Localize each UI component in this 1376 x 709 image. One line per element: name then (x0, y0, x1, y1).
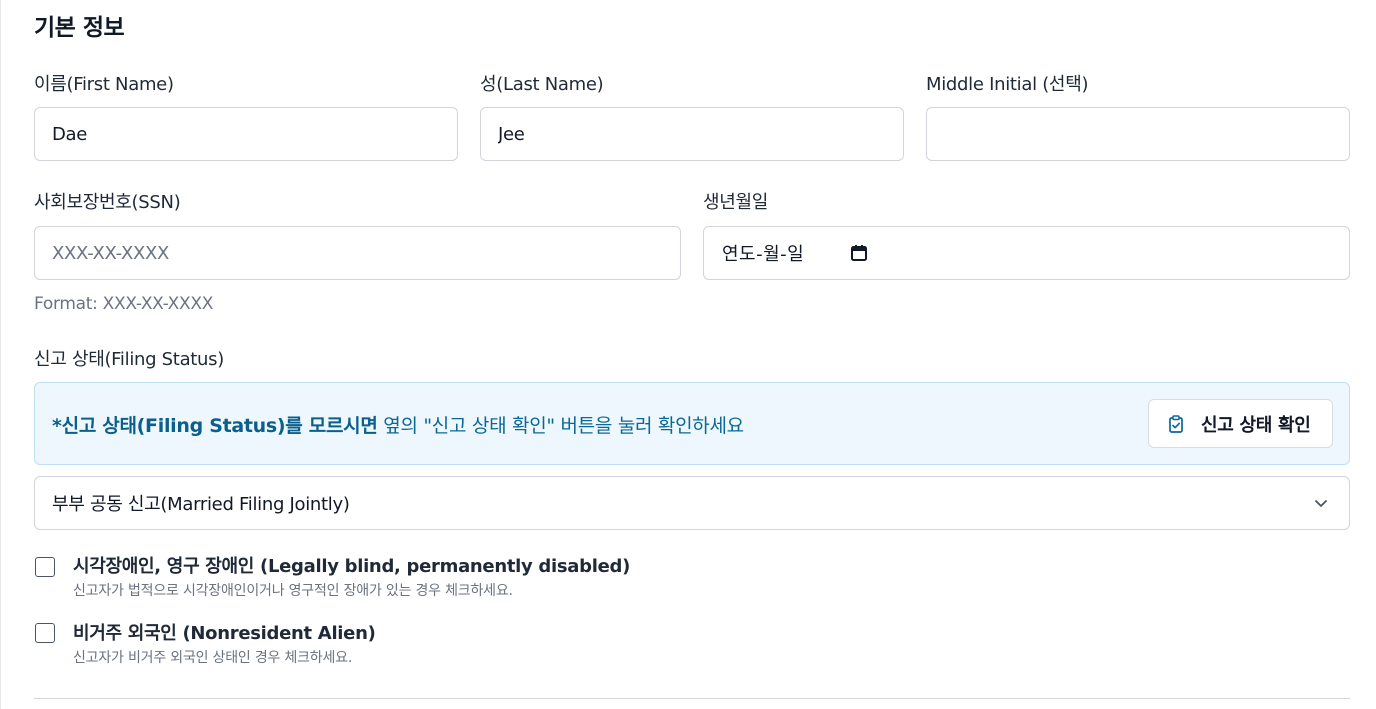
legally-blind-title: 시각장애인, 영구 장애인 (Legally blind, permanentl… (73, 556, 631, 577)
filing-status-info-text: *신고 상태(Filing Status)를 모르시면 옆의 "신고 상태 확인… (52, 411, 744, 438)
last-name-input[interactable] (480, 107, 904, 161)
birthdate-label: 생년월일 (703, 192, 769, 213)
calendar-icon[interactable] (850, 244, 868, 262)
legally-blind-checkbox[interactable] (35, 557, 55, 577)
ssn-format-hint: Format: XXX-XX-XXXX (34, 294, 214, 314)
middle-initial-input[interactable] (926, 107, 1350, 161)
info-bold-text: *신고 상태(Filing Status)를 모르시면 (52, 415, 378, 437)
ssn-label: 사회보장번호(SSN) (34, 192, 181, 213)
basic-info-form: 기본 정보 이름(First Name) 성(Last Name) Middle… (0, 0, 1376, 709)
middle-initial-label: Middle Initial (선택) (926, 74, 1089, 95)
nonresident-alien-checkbox[interactable] (35, 623, 55, 643)
section-divider (34, 698, 1350, 699)
birthdate-placeholder: 연도-월-일 (722, 244, 805, 265)
check-filing-status-button[interactable]: 신고 상태 확인 (1148, 399, 1333, 448)
first-name-label: 이름(First Name) (34, 74, 174, 95)
nonresident-alien-description: 신고자가 비거주 외국인 상태인 경우 체크하세요. (73, 650, 353, 666)
nonresident-alien-title: 비거주 외국인 (Nonresident Alien) (73, 623, 376, 644)
info-rest-text: 옆의 "신고 상태 확인" 버튼을 눌러 확인하세요 (377, 415, 744, 437)
first-name-input[interactable] (34, 107, 458, 161)
last-name-label: 성(Last Name) (480, 74, 604, 95)
filing-status-info-box: *신고 상태(Filing Status)를 모르시면 옆의 "신고 상태 확인… (34, 382, 1350, 465)
clipboard-check-icon (1169, 414, 1183, 433)
birthdate-input[interactable]: 연도-월-일 (703, 226, 1350, 280)
check-filing-status-button-label: 신고 상태 확인 (1201, 414, 1311, 436)
left-border (0, 0, 1, 709)
filing-status-selected-value: 부부 공동 신고(Married Filing Jointly) (52, 494, 350, 515)
filing-status-label: 신고 상태(Filing Status) (34, 349, 224, 370)
legally-blind-description: 신고자가 법적으로 시각장애인이거나 영구적인 장애가 있는 경우 체크하세요. (73, 583, 513, 599)
chevron-down-icon (1315, 500, 1327, 507)
filing-status-select[interactable]: 부부 공동 신고(Married Filing Jointly) (34, 476, 1350, 530)
section-title: 기본 정보 (34, 15, 125, 41)
ssn-input[interactable] (34, 226, 681, 280)
